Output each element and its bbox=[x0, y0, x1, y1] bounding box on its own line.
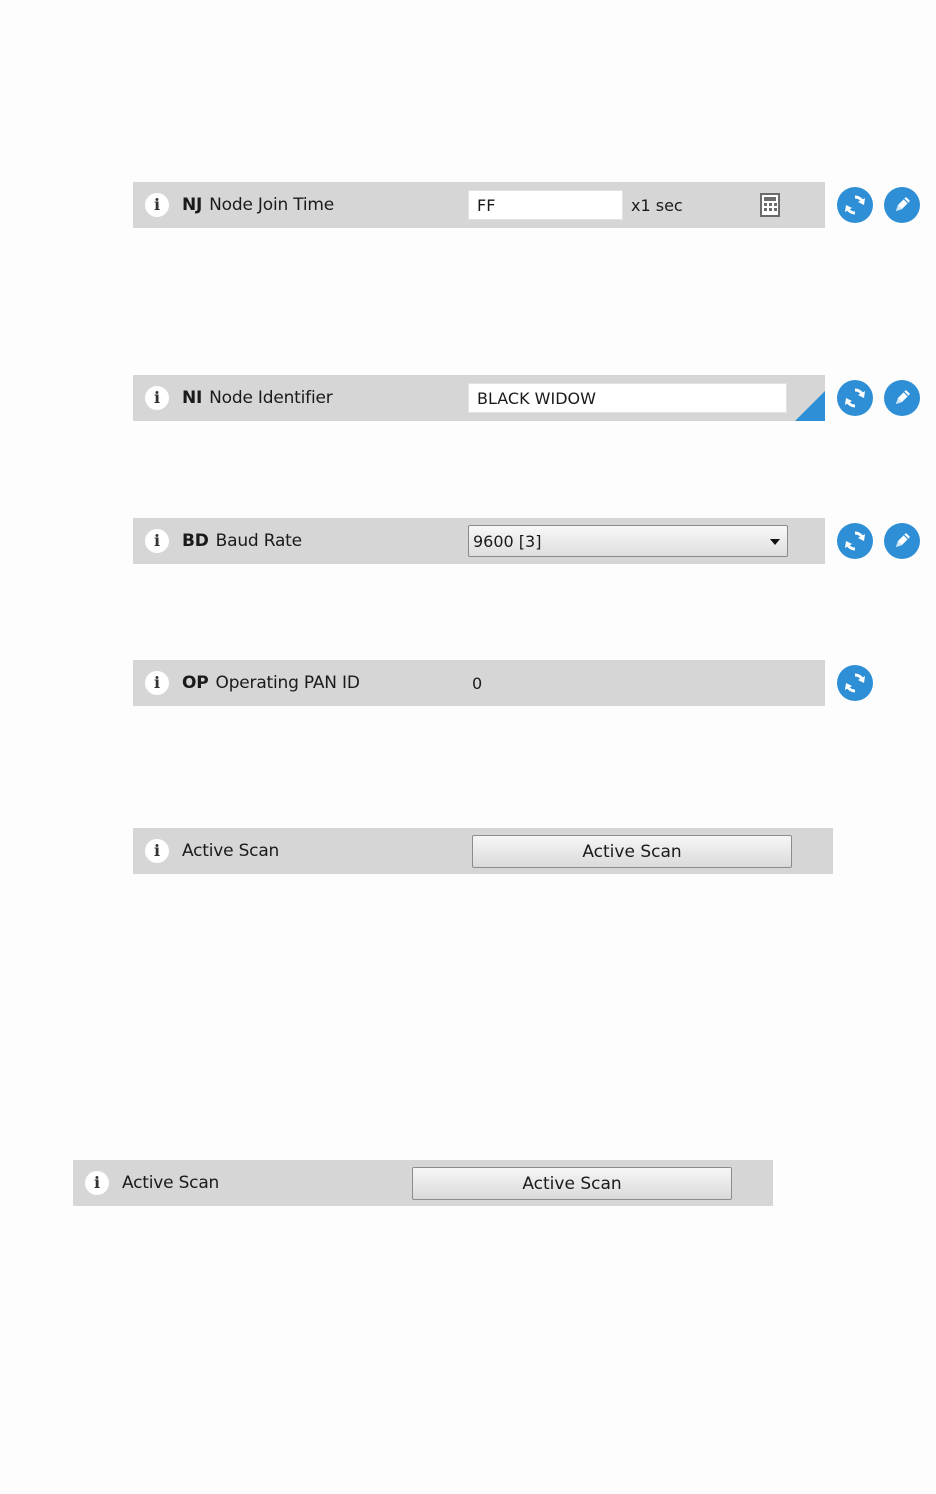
setting-code: NI bbox=[182, 388, 203, 408]
setting-name: Node Join Time bbox=[209, 195, 335, 215]
read-nj-button[interactable] bbox=[837, 187, 873, 223]
calculator-icon[interactable] bbox=[760, 193, 780, 217]
refresh-icon bbox=[845, 673, 865, 693]
unit-label: x1 sec bbox=[631, 195, 683, 215]
setting-label: BD Baud Rate bbox=[182, 518, 302, 564]
info-icon[interactable]: i bbox=[85, 1171, 109, 1195]
pencil-icon bbox=[896, 390, 910, 404]
read-op-button[interactable] bbox=[837, 665, 873, 701]
info-icon[interactable]: i bbox=[145, 671, 169, 695]
info-icon[interactable]: i bbox=[145, 839, 169, 863]
operating-pan-id-value: 0 bbox=[472, 673, 483, 693]
setting-label: Active Scan bbox=[122, 1160, 219, 1206]
setting-row-active-scan: i Active Scan Active Scan bbox=[133, 828, 833, 874]
read-bd-button[interactable] bbox=[837, 523, 873, 559]
node-join-time-input[interactable]: FF bbox=[468, 190, 623, 220]
setting-name: Active Scan bbox=[182, 841, 280, 861]
baud-rate-select[interactable]: 9600 [3] bbox=[468, 525, 788, 557]
setting-row-op: i OP Operating PAN ID 0 bbox=[133, 660, 825, 706]
refresh-icon bbox=[845, 195, 865, 215]
setting-name: Baud Rate bbox=[215, 531, 302, 551]
setting-code: BD bbox=[182, 531, 209, 551]
setting-row-bd: i BD Baud Rate 9600 [3] bbox=[133, 518, 825, 564]
setting-name: Node Identifier bbox=[209, 388, 333, 408]
setting-label: Active Scan bbox=[182, 828, 279, 874]
info-icon[interactable]: i bbox=[145, 529, 169, 553]
setting-name: Operating PAN ID bbox=[215, 673, 360, 693]
read-ni-button[interactable] bbox=[837, 380, 873, 416]
info-icon[interactable]: i bbox=[145, 386, 169, 410]
write-bd-button[interactable] bbox=[884, 523, 920, 559]
setting-label: NI Node Identifier bbox=[182, 375, 333, 421]
node-identifier-input[interactable]: BLACK WIDOW bbox=[468, 383, 787, 413]
pencil-icon bbox=[896, 197, 910, 211]
info-icon[interactable]: i bbox=[145, 193, 169, 217]
setting-row-ni: i NI Node Identifier BLACK WIDOW bbox=[133, 375, 825, 421]
write-ni-button[interactable] bbox=[884, 380, 920, 416]
setting-row-nj: i NJ Node Join Time FF x1 sec bbox=[133, 182, 825, 228]
setting-label: OP Operating PAN ID bbox=[182, 660, 360, 706]
setting-label: NJ Node Join Time bbox=[182, 182, 334, 228]
chevron-down-icon bbox=[770, 539, 780, 545]
pencil-icon bbox=[896, 533, 910, 547]
setting-code: NJ bbox=[182, 195, 203, 215]
active-scan-button[interactable]: Active Scan bbox=[412, 1167, 732, 1200]
baud-rate-selected-value: 9600 [3] bbox=[473, 531, 542, 551]
setting-code: OP bbox=[182, 673, 209, 693]
refresh-icon bbox=[845, 531, 865, 551]
setting-row-active-scan: i Active Scan Active Scan bbox=[73, 1160, 773, 1206]
active-scan-button[interactable]: Active Scan bbox=[472, 835, 792, 868]
setting-name: Active Scan bbox=[122, 1173, 220, 1193]
modified-indicator bbox=[795, 391, 825, 421]
write-nj-button[interactable] bbox=[884, 187, 920, 223]
refresh-icon bbox=[845, 388, 865, 408]
